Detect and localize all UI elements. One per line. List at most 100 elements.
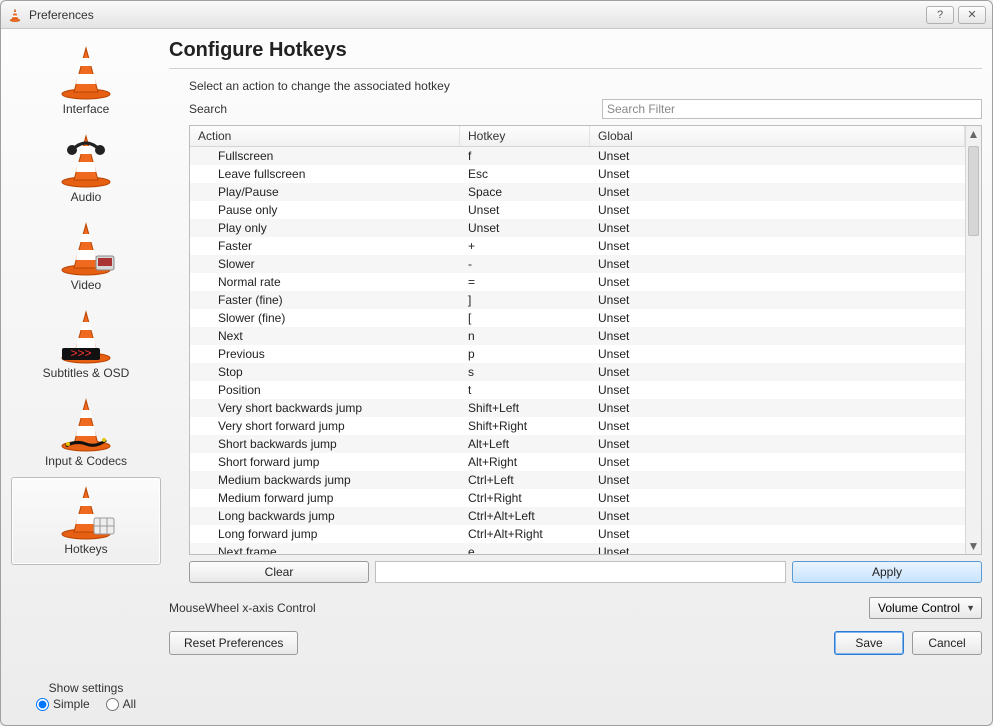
- table-row[interactable]: Medium backwards jump Ctrl+Left Unset: [190, 471, 965, 489]
- cell-action: Very short forward jump: [190, 417, 460, 435]
- scroll-down-icon[interactable]: ▼: [966, 538, 981, 554]
- cancel-button[interactable]: Cancel: [912, 631, 982, 655]
- cell-hotkey: +: [460, 237, 590, 255]
- table-row[interactable]: Short backwards jump Alt+Left Unset: [190, 435, 965, 453]
- table-row[interactable]: Next n Unset: [190, 327, 965, 345]
- cell-action: Normal rate: [190, 273, 460, 291]
- cell-global: Unset: [590, 489, 965, 507]
- table-row[interactable]: Play/Pause Space Unset: [190, 183, 965, 201]
- cell-hotkey: Unset: [460, 201, 590, 219]
- table-row[interactable]: Medium forward jump Ctrl+Right Unset: [190, 489, 965, 507]
- cell-action: Long backwards jump: [190, 507, 460, 525]
- svg-text:>>>: >>>: [70, 346, 91, 360]
- cell-global: Unset: [590, 165, 965, 183]
- table-row[interactable]: Faster + Unset: [190, 237, 965, 255]
- cell-hotkey: p: [460, 345, 590, 363]
- cell-action: Slower (fine): [190, 309, 460, 327]
- mousewheel-combo[interactable]: Volume Control ▼: [869, 597, 982, 619]
- table-row[interactable]: Pause only Unset Unset: [190, 201, 965, 219]
- table-row[interactable]: Long forward jump Ctrl+Alt+Right Unset: [190, 525, 965, 543]
- search-row: Search: [189, 99, 982, 119]
- table-row[interactable]: Normal rate = Unset: [190, 273, 965, 291]
- table-row[interactable]: Faster (fine) ] Unset: [190, 291, 965, 309]
- sidebar-item-input-codecs[interactable]: Input & Codecs: [11, 389, 161, 477]
- col-global-header[interactable]: Global: [590, 126, 965, 146]
- table-row[interactable]: Stop s Unset: [190, 363, 965, 381]
- help-button[interactable]: ?: [926, 6, 954, 24]
- search-label: Search: [189, 102, 249, 116]
- sidebar-icon: [54, 44, 118, 100]
- table-row[interactable]: Next frame e Unset: [190, 543, 965, 554]
- cell-hotkey: Ctrl+Right: [460, 489, 590, 507]
- cell-global: Unset: [590, 219, 965, 237]
- vertical-scrollbar[interactable]: ▲ ▼: [965, 126, 981, 554]
- sidebar-item-label: Subtitles & OSD: [43, 366, 130, 380]
- cell-global: Unset: [590, 399, 965, 417]
- window-body: Interface Audio Video >>> Subtitles & OS…: [1, 29, 992, 725]
- cell-hotkey: Alt+Left: [460, 435, 590, 453]
- scroll-up-icon[interactable]: ▲: [966, 126, 981, 142]
- reset-preferences-button[interactable]: Reset Preferences: [169, 631, 298, 655]
- cell-hotkey: -: [460, 255, 590, 273]
- vlc-cone-icon: [7, 7, 23, 23]
- search-input[interactable]: [602, 99, 982, 119]
- cell-action: Faster: [190, 237, 460, 255]
- cell-action: Faster (fine): [190, 291, 460, 309]
- table-row[interactable]: Play only Unset Unset: [190, 219, 965, 237]
- cell-global: Unset: [590, 363, 965, 381]
- mousewheel-value: Volume Control: [878, 601, 960, 615]
- radio-simple[interactable]: Simple: [36, 697, 90, 711]
- apply-button[interactable]: Apply: [792, 561, 982, 583]
- table-row[interactable]: Very short backwards jump Shift+Left Uns…: [190, 399, 965, 417]
- cell-action: Very short backwards jump: [190, 399, 460, 417]
- table-row[interactable]: Position t Unset: [190, 381, 965, 399]
- cell-global: Unset: [590, 147, 965, 165]
- col-hotkey-header[interactable]: Hotkey: [460, 126, 590, 146]
- cell-hotkey: Esc: [460, 165, 590, 183]
- cell-global: Unset: [590, 381, 965, 399]
- mousewheel-row: MouseWheel x-axis Control Volume Control…: [169, 597, 982, 619]
- cell-action: Medium backwards jump: [190, 471, 460, 489]
- window-title: Preferences: [29, 8, 922, 22]
- cell-action: Stop: [190, 363, 460, 381]
- scroll-thumb[interactable]: [968, 146, 979, 236]
- table-row[interactable]: Long backwards jump Ctrl+Alt+Left Unset: [190, 507, 965, 525]
- sidebar-item-subtitles-osd[interactable]: >>> Subtitles & OSD: [11, 301, 161, 389]
- cell-hotkey: f: [460, 147, 590, 165]
- cell-action: Play only: [190, 219, 460, 237]
- cell-global: Unset: [590, 345, 965, 363]
- table-row[interactable]: Slower (fine) [ Unset: [190, 309, 965, 327]
- hotkey-input[interactable]: [375, 561, 786, 583]
- cell-hotkey: Ctrl+Left: [460, 471, 590, 489]
- cell-action: Next frame: [190, 543, 460, 554]
- cell-hotkey: =: [460, 273, 590, 291]
- table-row[interactable]: Leave fullscreen Esc Unset: [190, 165, 965, 183]
- table-row[interactable]: Short forward jump Alt+Right Unset: [190, 453, 965, 471]
- cell-global: Unset: [590, 237, 965, 255]
- table-row[interactable]: Fullscreen f Unset: [190, 147, 965, 165]
- show-settings: Show settings Simple All: [11, 677, 161, 715]
- show-settings-label: Show settings: [13, 681, 159, 695]
- sidebar-item-interface[interactable]: Interface: [11, 37, 161, 125]
- sidebar-icon: [54, 220, 118, 276]
- cell-global: Unset: [590, 273, 965, 291]
- cell-hotkey: Alt+Right: [460, 453, 590, 471]
- clear-button[interactable]: Clear: [189, 561, 369, 583]
- cell-global: Unset: [590, 471, 965, 489]
- sidebar-item-video[interactable]: Video: [11, 213, 161, 301]
- close-button[interactable]: ✕: [958, 6, 986, 24]
- cell-action: Pause only: [190, 201, 460, 219]
- table-row[interactable]: Very short forward jump Shift+Right Unse…: [190, 417, 965, 435]
- cell-action: Short backwards jump: [190, 435, 460, 453]
- radio-all[interactable]: All: [106, 697, 136, 711]
- save-button[interactable]: Save: [834, 631, 904, 655]
- sidebar-item-hotkeys[interactable]: Hotkeys: [11, 477, 161, 565]
- col-action-header[interactable]: Action: [190, 126, 460, 146]
- cell-hotkey: e: [460, 543, 590, 554]
- cell-global: Unset: [590, 255, 965, 273]
- cell-hotkey: s: [460, 363, 590, 381]
- cell-global: Unset: [590, 453, 965, 471]
- table-row[interactable]: Slower - Unset: [190, 255, 965, 273]
- table-row[interactable]: Previous p Unset: [190, 345, 965, 363]
- sidebar-item-audio[interactable]: Audio: [11, 125, 161, 213]
